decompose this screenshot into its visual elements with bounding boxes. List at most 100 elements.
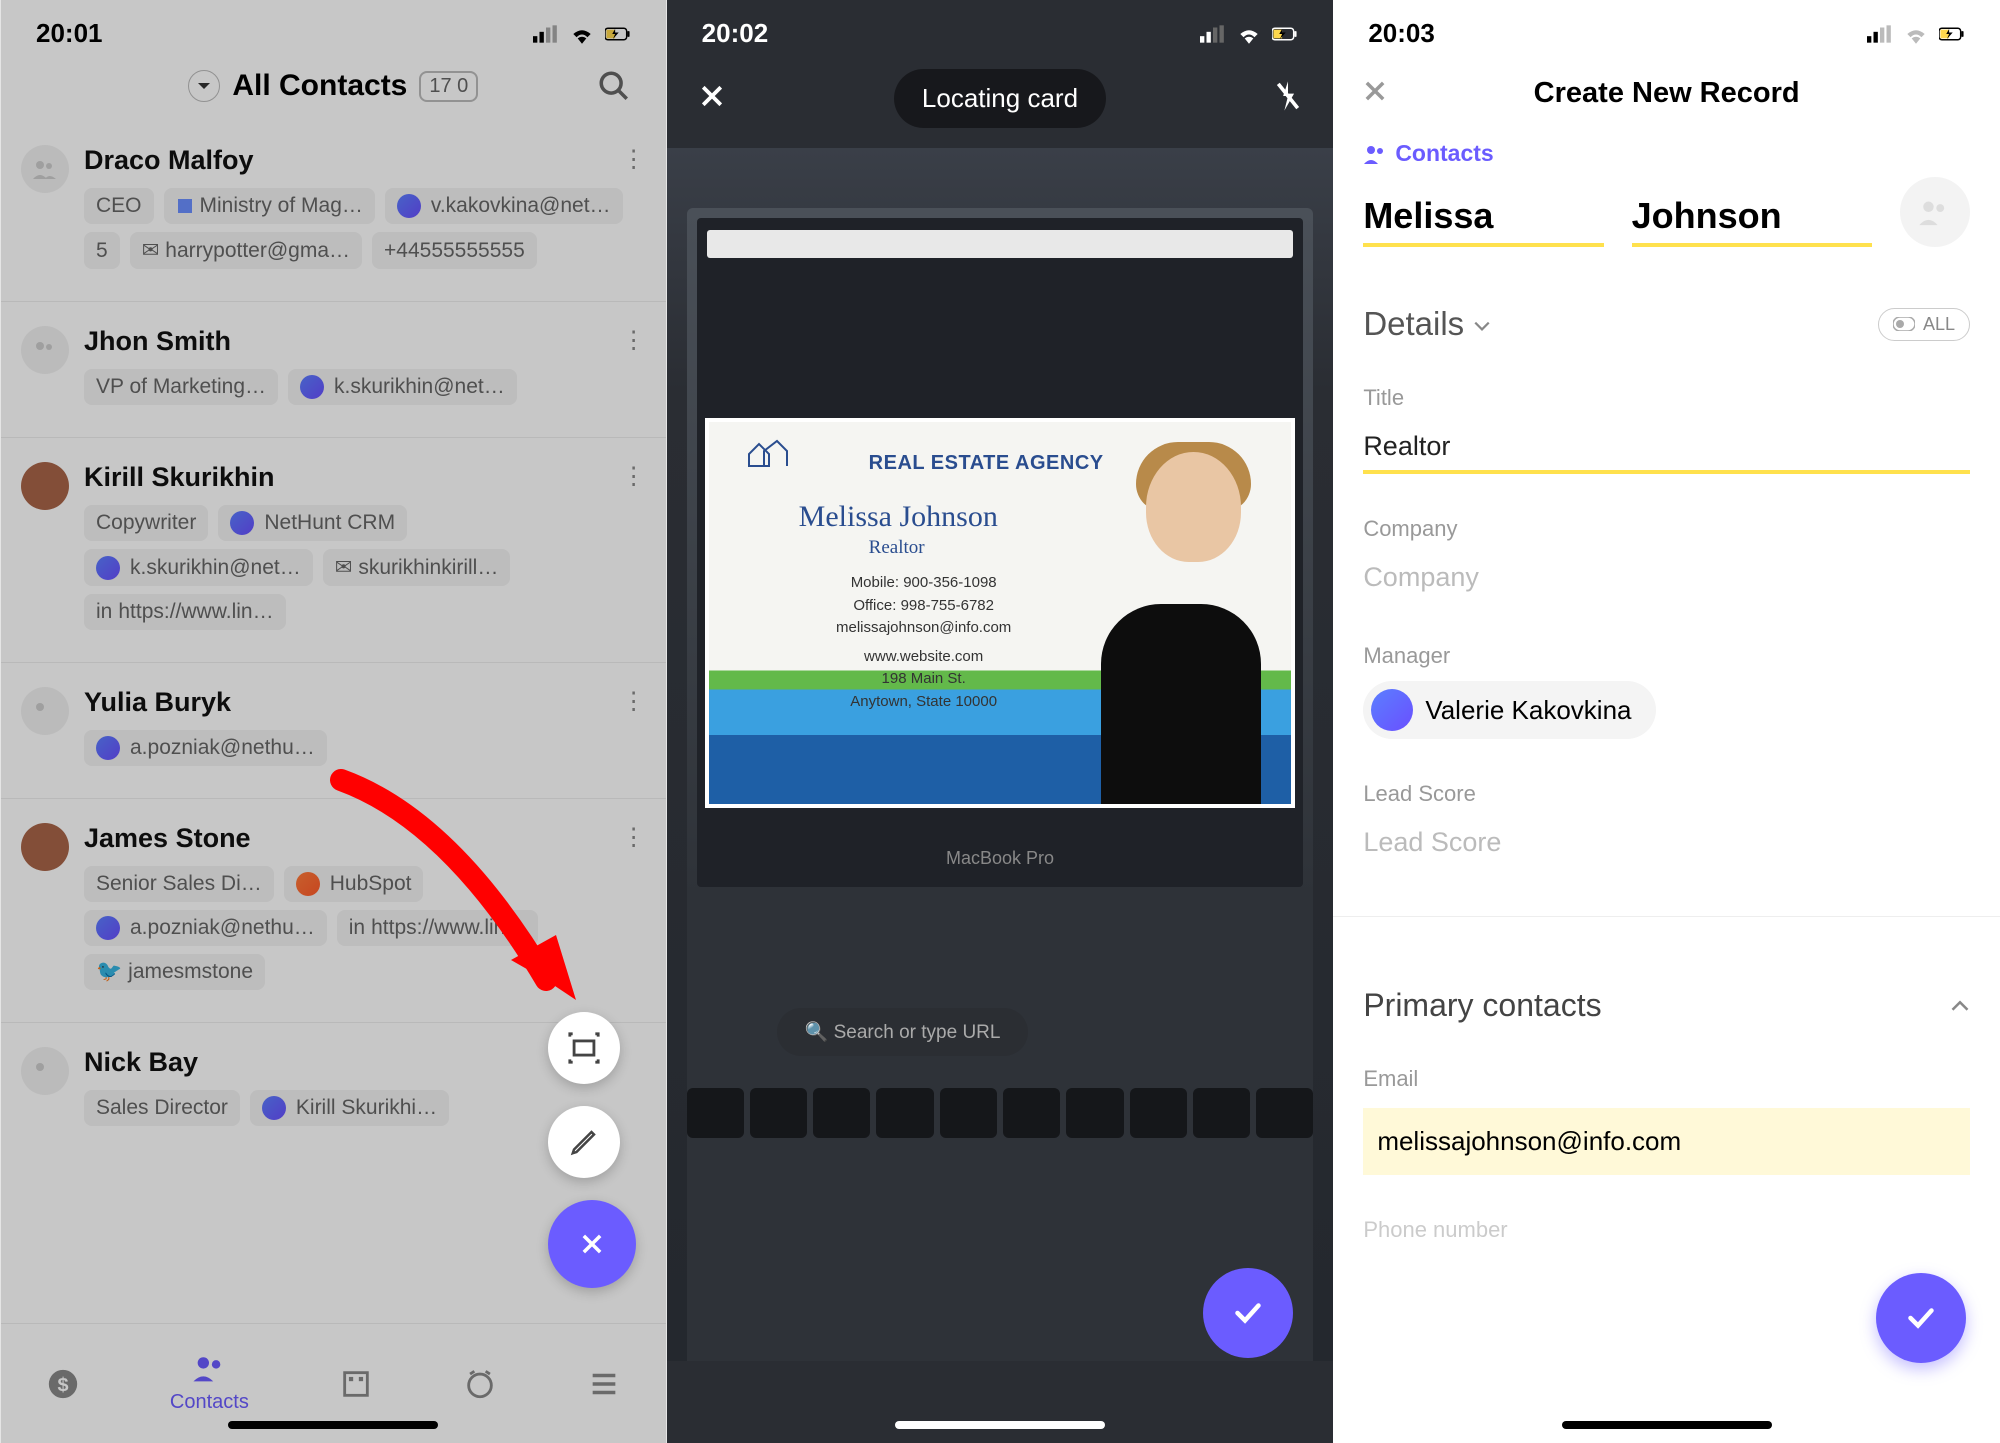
dollar-icon: $ <box>46 1367 80 1401</box>
view-dropdown[interactable] <box>188 70 220 102</box>
row-more-button[interactable]: ⋮ <box>622 326 646 355</box>
contact-row[interactable]: Kirill Skurikhin Copywriter NetHunt CRM … <box>1 438 666 663</box>
primary-contacts-header[interactable]: Primary contacts <box>1363 987 1970 1024</box>
nav-contacts[interactable]: Contacts <box>170 1353 249 1414</box>
chevron-down-icon <box>196 78 212 94</box>
divider <box>1333 916 2000 917</box>
home-indicator <box>228 1421 438 1429</box>
owner-chip: k.skurikhin@net… <box>84 549 313 586</box>
details-section-header[interactable]: Details ALL <box>1363 305 1970 343</box>
avatar <box>21 687 69 735</box>
manager-name: Valerie Kakovkina <box>1425 695 1631 726</box>
close-icon <box>697 81 727 111</box>
company-chip: Ministry of Mag… <box>164 188 375 224</box>
field-label-manager: Manager <box>1363 643 1970 669</box>
company-input[interactable] <box>1363 554 1970 601</box>
menu-icon <box>587 1367 621 1401</box>
people-icon <box>32 340 58 360</box>
card-info: Mobile: 900-356-1098 Office: 998-755-678… <box>809 572 1039 713</box>
role-chip: Senior Sales Di… <box>84 866 274 902</box>
flash-toggle-button[interactable] <box>1273 79 1303 118</box>
contact-row[interactable]: Yulia Buryk a.pozniak@nethu… ⋮ <box>1 663 666 799</box>
cellular-icon <box>1200 23 1226 45</box>
email-chip: ✉ harrypotter@gma… <box>130 232 362 269</box>
last-name-input[interactable]: Johnson <box>1632 195 1872 247</box>
status-time: 20:03 <box>1368 18 1435 49</box>
manager-avatar <box>1371 689 1413 731</box>
pencil-icon <box>569 1127 599 1157</box>
cellular-icon <box>533 23 559 45</box>
manager-pill[interactable]: Valerie Kakovkina <box>1363 681 1655 739</box>
linkedin-chip: in https://www.lin… <box>337 910 539 946</box>
owner-chip: a.pozniak@nethu… <box>84 910 327 946</box>
building-icon <box>339 1367 373 1401</box>
row-more-button[interactable]: ⋮ <box>622 145 646 174</box>
contacts-list-screen: 20:01 All Contacts 17 0 Draco Malfoy CEO… <box>0 0 667 1443</box>
avatar <box>21 462 69 510</box>
field-label-leadscore: Lead Score <box>1363 781 1970 807</box>
home-indicator <box>1562 1421 1772 1429</box>
scan-card-button[interactable] <box>548 1012 620 1084</box>
form-body: Contacts Melissa Johnson Details ALL Tit… <box>1333 140 2000 1243</box>
camera-status-pill: Locating card <box>894 69 1106 128</box>
email-chip: ✉ skurikhinkirill… <box>323 549 511 586</box>
lead-score-input[interactable] <box>1363 819 1970 866</box>
close-camera-button[interactable] <box>697 81 727 116</box>
field-label-phone: Phone number <box>1363 1217 1970 1243</box>
close-form-button[interactable] <box>1361 77 1389 110</box>
contact-name: Draco Malfoy <box>84 145 646 176</box>
avatar-placeholder[interactable] <box>1900 177 1970 247</box>
role-chip: Sales Director <box>84 1090 240 1126</box>
search-button[interactable] <box>597 69 631 108</box>
page-title: Create New Record <box>1534 77 1800 110</box>
first-name-input[interactable]: Melissa <box>1363 195 1603 247</box>
avatar <box>21 823 69 871</box>
laptop-label: MacBook Pro <box>946 848 1054 869</box>
contact-row[interactable]: James Stone Senior Sales Di… HubSpot a.p… <box>1 799 666 1023</box>
owner-chip: Kirill Skurikhi… <box>250 1090 449 1126</box>
nav-menu[interactable] <box>587 1367 621 1401</box>
status-icons <box>1867 23 1965 45</box>
row-more-button[interactable]: ⋮ <box>622 462 646 491</box>
create-manual-button[interactable] <box>548 1106 620 1178</box>
email-input[interactable]: melissajohnson@info.com <box>1363 1108 1970 1175</box>
row-more-button[interactable]: ⋮ <box>622 823 646 852</box>
business-card: REAL ESTATE AGENCY Melissa Johnson Realt… <box>709 422 1292 804</box>
contact-name: Jhon Smith <box>84 326 646 357</box>
capture-confirm-button[interactable] <box>1203 1268 1293 1358</box>
scan-card-screen: 20:02 Locating card REAL ESTATE AGE <box>667 0 1334 1443</box>
scan-icon <box>567 1031 601 1065</box>
chevron-down-icon <box>1473 317 1491 335</box>
status-bar: 20:03 <box>1333 0 2000 59</box>
battery-charging-icon <box>1939 23 1965 45</box>
nav-companies[interactable] <box>339 1367 373 1401</box>
contact-name: Yulia Buryk <box>84 687 646 718</box>
owner-chip: k.skurikhin@net… <box>288 369 517 405</box>
avatar <box>21 326 69 374</box>
card-logo <box>739 436 789 472</box>
close-icon <box>578 1230 606 1258</box>
card-role: Realtor <box>869 537 925 559</box>
save-record-button[interactable] <box>1876 1273 1966 1363</box>
create-record-screen: 20:03 Create New Record Contacts Melissa… <box>1333 0 2000 1443</box>
close-fab-button[interactable] <box>548 1200 636 1288</box>
wifi-icon <box>1903 23 1929 45</box>
detected-card-frame: REAL ESTATE AGENCY Melissa Johnson Realt… <box>705 418 1296 808</box>
field-label-email: Email <box>1363 1066 1970 1092</box>
title-input[interactable]: Realtor <box>1363 423 1970 474</box>
row-more-button[interactable]: ⋮ <box>622 687 646 716</box>
all-fields-toggle[interactable]: ALL <box>1878 308 1970 341</box>
camera-viewport: REAL ESTATE AGENCY Melissa Johnson Realt… <box>667 148 1334 1361</box>
field-label-title: Title <box>1363 385 1970 411</box>
nav-deals[interactable]: $ <box>46 1367 80 1401</box>
battery-charging-icon <box>605 23 631 45</box>
check-icon <box>1230 1295 1266 1331</box>
contact-row[interactable]: Draco Malfoy CEO Ministry of Mag… v.kako… <box>1 121 666 302</box>
svg-text:$: $ <box>57 1374 68 1396</box>
contact-row[interactable]: Jhon Smith VP of Marketing… k.skurikhin@… <box>1 302 666 438</box>
contacts-icon <box>192 1353 226 1387</box>
card-name: Melissa Johnson <box>799 500 998 534</box>
nav-tasks[interactable] <box>463 1367 497 1401</box>
owner-chip: a.pozniak@nethu… <box>84 730 327 766</box>
clock-icon <box>463 1367 497 1401</box>
